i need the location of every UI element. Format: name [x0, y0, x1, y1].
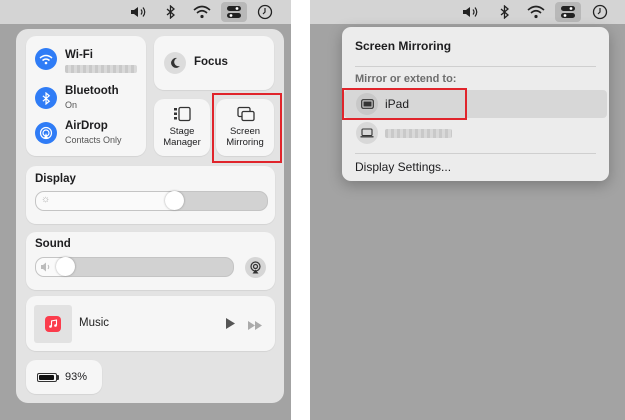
display-slider-knob[interactable]	[164, 191, 184, 210]
volume-icon[interactable]	[128, 2, 150, 22]
airplay-audio-icon[interactable]	[245, 257, 266, 278]
battery-label: 93%	[65, 371, 88, 383]
display-tile: Display ☼	[26, 166, 275, 224]
bluetooth-status: On	[65, 100, 78, 110]
right-panel: Screen Mirroring Mirror or extend to: iP…	[310, 0, 625, 420]
connectivity-tile: Wi-Fi Bluetooth On AirDrop Contacts Only	[26, 36, 146, 156]
control-center-icon[interactable]	[555, 2, 581, 22]
airdrop-label: AirDrop	[65, 120, 108, 132]
menu-title: Screen Mirroring	[355, 39, 452, 53]
device-row-laptop[interactable]	[342, 120, 609, 146]
battery-level	[39, 375, 54, 380]
battery-tip	[57, 375, 59, 380]
wifi-icon[interactable]	[35, 48, 57, 70]
bluetooth-icon[interactable]	[35, 87, 57, 109]
device-label-redacted	[385, 129, 452, 138]
ipad-highlight	[342, 88, 467, 120]
speaker-icon	[40, 260, 52, 276]
stage-manager-line1: Stage	[169, 126, 195, 137]
music-label: Music	[79, 317, 110, 329]
display-label: Display	[35, 173, 76, 185]
sound-label: Sound	[35, 238, 71, 250]
bluetooth-icon[interactable]	[494, 2, 516, 22]
focus-tile[interactable]: Focus	[154, 36, 274, 90]
clock-icon[interactable]	[254, 2, 276, 22]
sound-tile: Sound	[26, 232, 275, 290]
moon-icon	[164, 52, 186, 74]
brightness-icon: ☼	[41, 194, 51, 205]
music-tile: Music	[26, 296, 275, 351]
stage-manager-tile[interactable]: Stage Manager	[154, 99, 210, 156]
fast-forward-icon[interactable]	[247, 318, 263, 336]
laptop-icon	[356, 122, 378, 144]
battery-icon	[37, 373, 57, 382]
wifi-label: Wi-Fi	[65, 49, 93, 61]
wifi-icon[interactable]	[191, 2, 213, 22]
menu-bar	[0, 0, 291, 24]
bluetooth-icon[interactable]	[160, 2, 182, 22]
wifi-icon[interactable]	[525, 2, 547, 22]
separator	[355, 153, 596, 154]
display-slider[interactable]: ☼	[35, 191, 268, 211]
focus-label: Focus	[194, 56, 228, 68]
play-icon[interactable]	[225, 317, 236, 335]
control-center: Wi-Fi Bluetooth On AirDrop Contacts Only…	[16, 29, 284, 403]
album-artwork	[34, 305, 72, 343]
menu-bar	[310, 0, 625, 24]
section-label: Mirror or extend to:	[355, 73, 457, 85]
stage-manager-line2: Manager	[163, 137, 201, 148]
airdrop-icon[interactable]	[35, 122, 57, 144]
music-app-icon	[45, 316, 61, 332]
battery-tile: 93%	[26, 360, 102, 394]
screen-mirroring-highlight	[212, 93, 282, 163]
wifi-network-name	[65, 65, 137, 73]
stage-manager-icon	[173, 106, 191, 127]
volume-icon[interactable]	[460, 2, 482, 22]
clock-icon[interactable]	[589, 2, 611, 22]
sound-slider-knob[interactable]	[55, 257, 75, 276]
left-panel: Wi-Fi Bluetooth On AirDrop Contacts Only…	[0, 0, 291, 420]
airdrop-status: Contacts Only	[65, 135, 122, 145]
control-center-icon[interactable]	[221, 2, 247, 22]
separator	[355, 66, 596, 67]
bluetooth-label: Bluetooth	[65, 85, 119, 97]
display-settings-item[interactable]: Display Settings...	[355, 160, 451, 174]
display-slider-fill	[36, 192, 175, 210]
